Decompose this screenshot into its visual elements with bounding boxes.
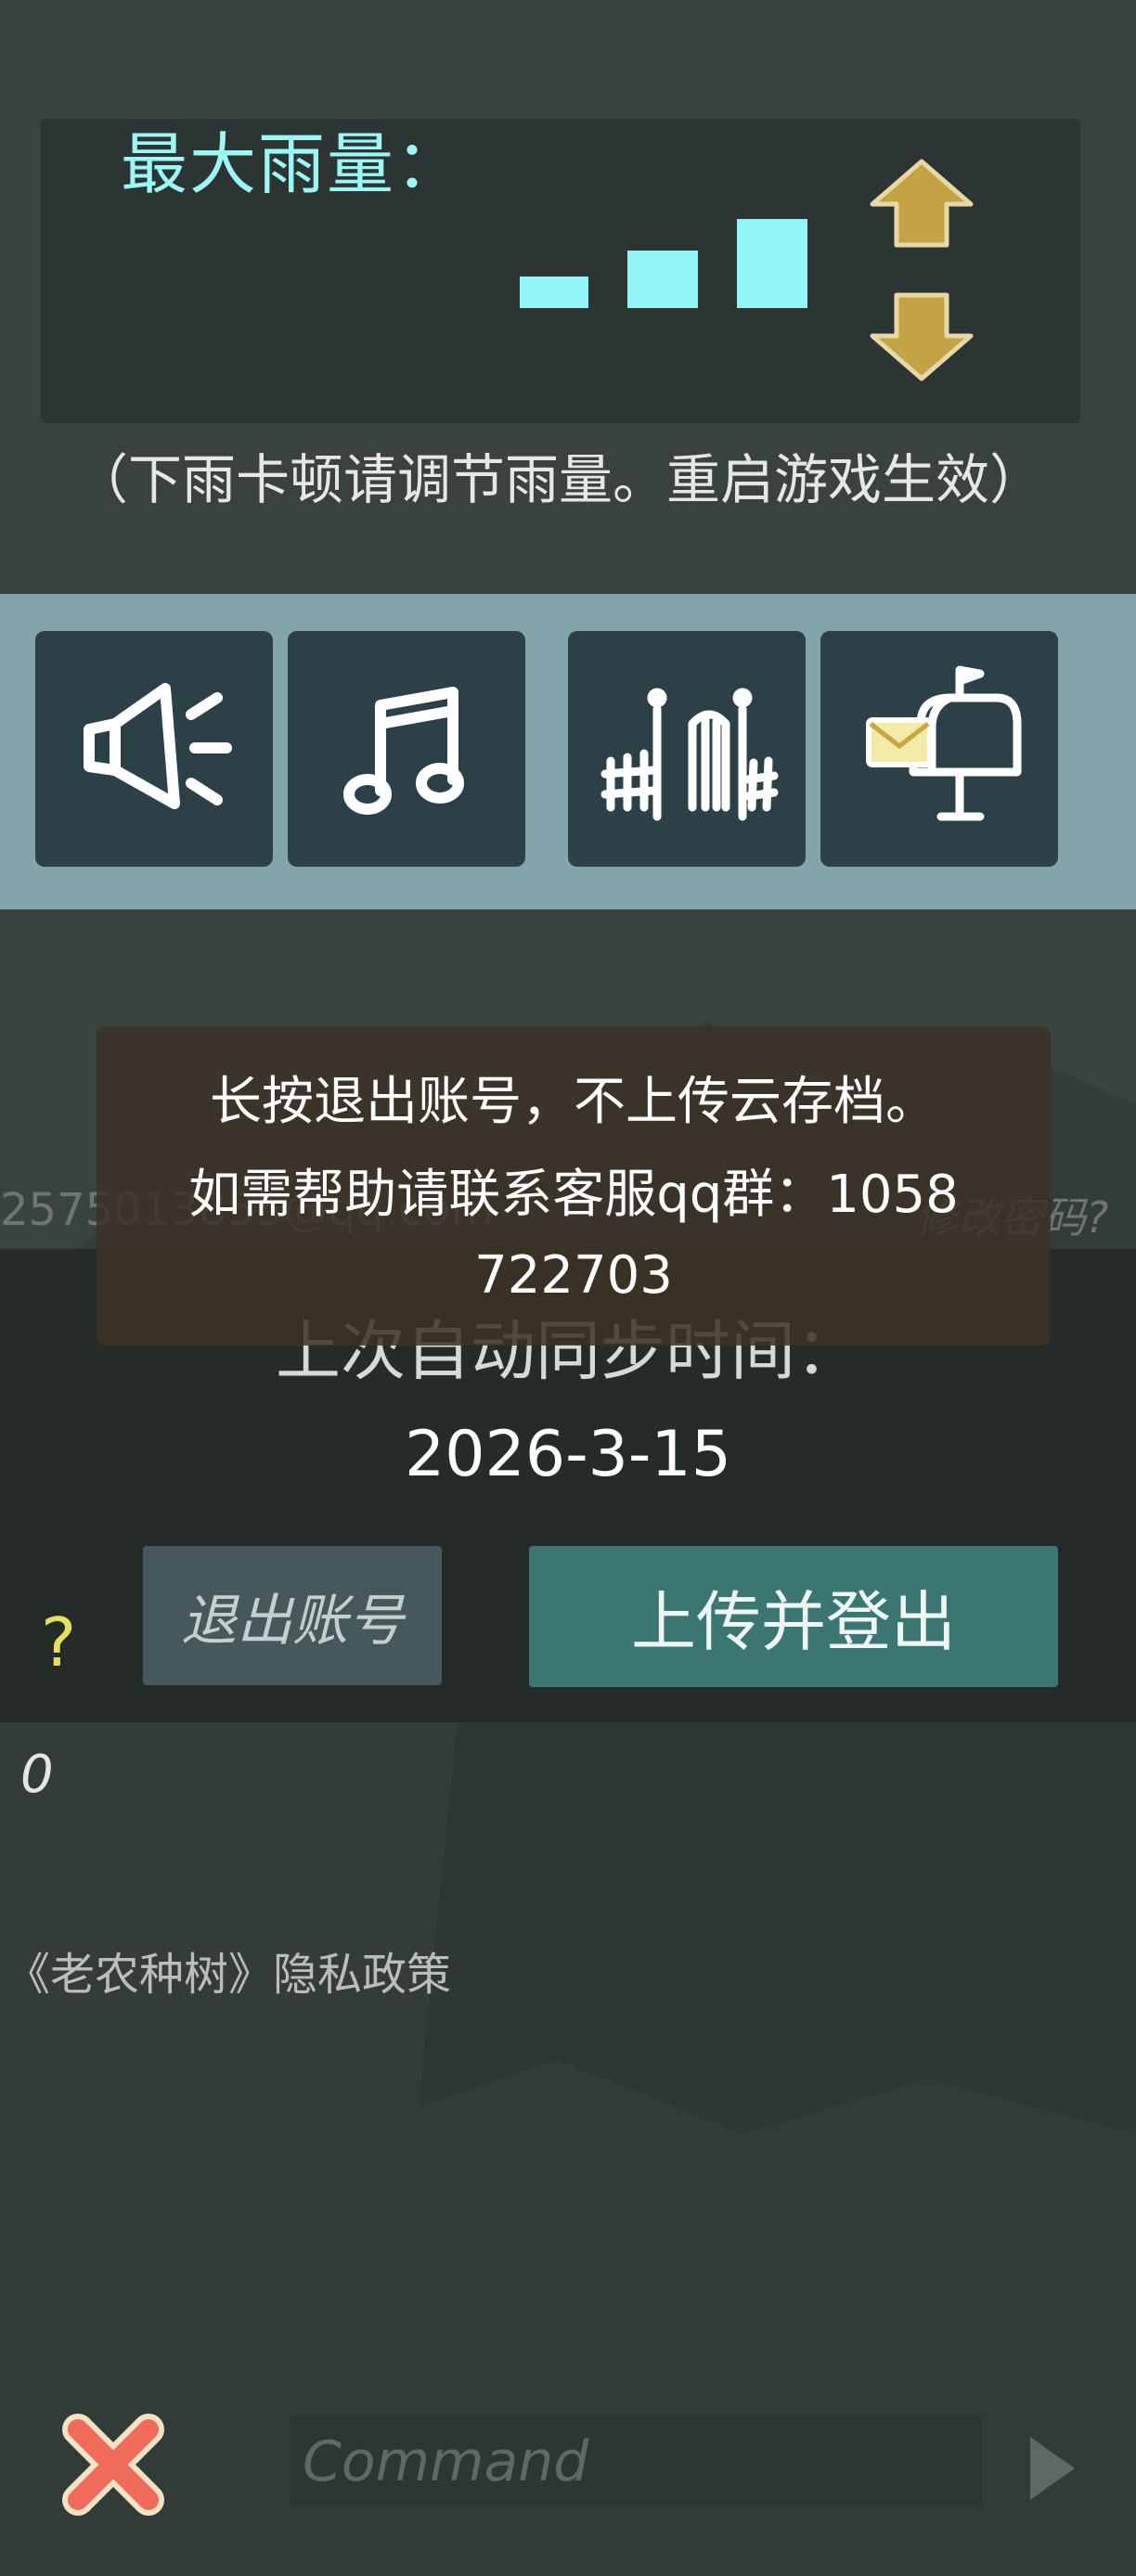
music-note-icon [343,687,464,815]
mailbox-button[interactable] [820,631,1058,867]
rain-level-bar-low[interactable] [520,277,588,308]
logout-tooltip: 长按退出账号，不上传云存档。 如需帮助请联系客服qq群：1058 722703 [97,1026,1051,1346]
mailbox-icon [866,665,1022,821]
logout-button-label: 退出账号 [181,1588,404,1654]
tooltip-line-2: 如需帮助请联系客服qq群：1058 [188,1165,959,1225]
tooltip-line-3: 722703 [474,1245,673,1306]
speaker-icon [84,683,232,809]
rain-note-text: （下雨卡顿请调节雨量。重启游戏生效） [74,448,1044,511]
sound-toggle-button[interactable] [35,631,273,867]
increase-arrow-icon[interactable] [867,158,976,251]
upload-and-logout-button[interactable]: 上传并登出 [529,1546,1058,1687]
command-input[interactable] [290,2416,982,2507]
help-button[interactable]: ? [41,1604,76,1681]
rain-level-bar-medium[interactable] [627,251,698,308]
privacy-policy-link[interactable]: 《老农种树》隐私政策 [6,1938,451,2003]
upload-and-logout-label: 上传并登出 [631,1583,956,1660]
counter-value: 0 [20,1745,54,1805]
rain-amount-label: 最大雨量： [121,125,465,203]
fence-gate-button[interactable] [568,631,806,867]
decrease-arrow-icon[interactable] [867,290,976,382]
send-triangle-icon[interactable] [1025,2431,1080,2505]
close-icon[interactable] [61,2413,165,2517]
rain-level-bar-high[interactable] [737,219,807,308]
fence-gate-icon [600,688,779,821]
logout-button[interactable]: 退出账号 [143,1546,442,1685]
music-toggle-button[interactable] [288,631,525,867]
last-sync-date: 2026-3-15 [405,1418,731,1491]
tooltip-line-1: 长按退出账号，不上传云存档。 [210,1072,937,1132]
